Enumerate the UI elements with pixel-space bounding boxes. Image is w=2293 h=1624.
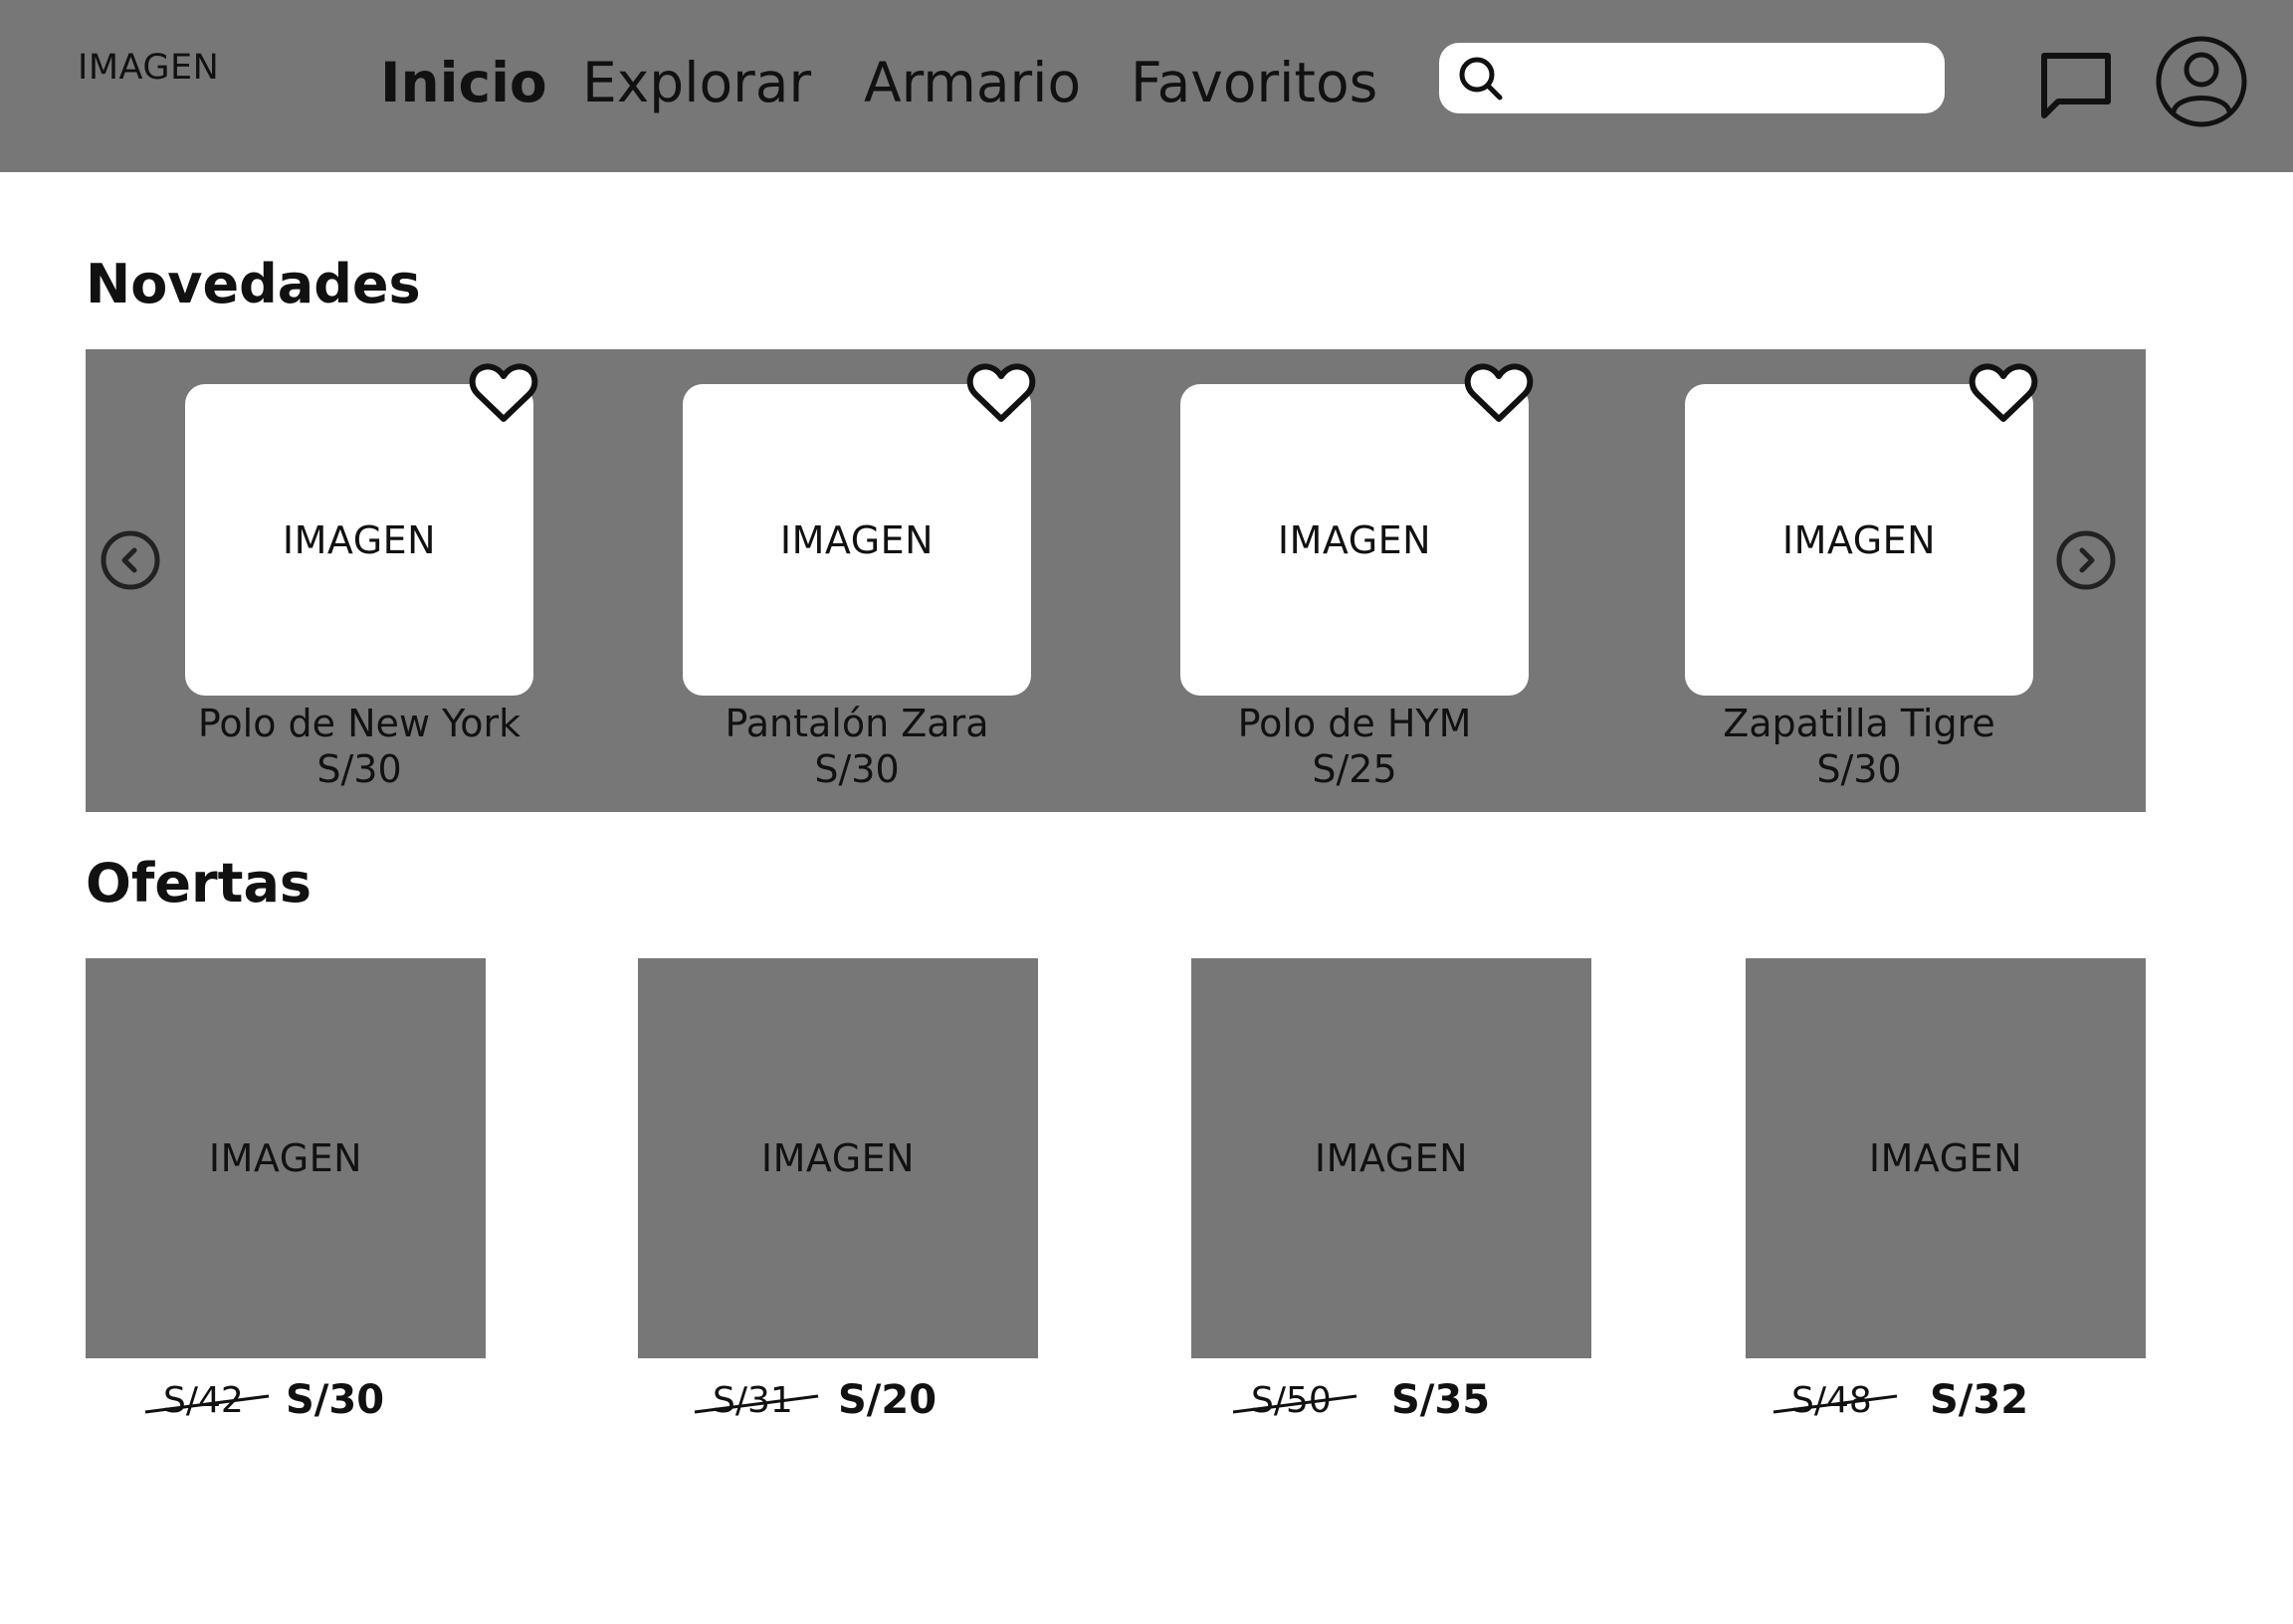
- original-price: S/50: [1232, 1377, 1357, 1425]
- product-image[interactable]: IMAGEN: [1180, 384, 1529, 696]
- product-price: S/30: [814, 747, 900, 791]
- original-price: S/31: [694, 1377, 819, 1425]
- search-input[interactable]: [1517, 51, 1929, 107]
- chevron-right-circle-icon[interactable]: [2054, 528, 2118, 592]
- product-image[interactable]: IMAGEN: [1685, 384, 2033, 696]
- image-placeholder-label: IMAGEN: [1277, 517, 1432, 562]
- nav-link-armario[interactable]: Armario: [864, 48, 1081, 117]
- search-icon[interactable]: [1455, 53, 1507, 104]
- product-card[interactable]: IMAGEN Zapatilla Tigre S/30: [1680, 349, 2038, 812]
- product-card[interactable]: IMAGEN Polo de New York S/30: [180, 349, 538, 812]
- heart-icon[interactable]: [966, 361, 1036, 425]
- discounted-price: S/20: [838, 1377, 938, 1423]
- top-navigation-bar: IMAGEN Inicio Explorar Armario Favoritos: [0, 0, 2293, 172]
- heart-icon[interactable]: [469, 361, 538, 425]
- strikethrough-line: [144, 1394, 270, 1414]
- discounted-price: S/32: [1930, 1377, 2029, 1423]
- search-bar[interactable]: [1439, 43, 1945, 113]
- image-placeholder-label: IMAGEN: [760, 1136, 916, 1180]
- product-name: Pantalón Zara: [725, 702, 989, 745]
- novedades-carousel: IMAGEN Polo de New York S/30 IMAGEN Pant…: [86, 349, 2146, 812]
- original-price: S/42: [144, 1377, 270, 1425]
- strikethrough-line: [694, 1394, 819, 1414]
- offer-image[interactable]: IMAGEN: [638, 958, 1038, 1358]
- discounted-price: S/30: [286, 1377, 385, 1423]
- product-card[interactable]: IMAGEN Polo de HYM S/25: [1175, 349, 1534, 812]
- nav-link-explorar[interactable]: Explorar: [582, 48, 811, 117]
- image-placeholder-label: IMAGEN: [1314, 1136, 1469, 1180]
- image-placeholder-label: IMAGEN: [282, 517, 437, 562]
- product-name: Polo de HYM: [1237, 702, 1472, 745]
- strikethrough-line: [1772, 1394, 1898, 1414]
- image-placeholder-label: IMAGEN: [779, 517, 935, 562]
- product-price: S/30: [316, 747, 402, 791]
- image-placeholder-label: IMAGEN: [208, 1136, 363, 1180]
- heart-icon[interactable]: [1464, 361, 1534, 425]
- image-placeholder-label: IMAGEN: [1781, 517, 1937, 562]
- image-placeholder-label: IMAGEN: [1868, 1136, 2023, 1180]
- section-title-novedades: Novedades: [86, 253, 421, 315]
- offer-image[interactable]: IMAGEN: [86, 958, 486, 1358]
- offer-card[interactable]: IMAGEN S/42 S/30: [86, 958, 486, 1436]
- offer-image[interactable]: IMAGEN: [1191, 958, 1591, 1358]
- product-price: S/30: [1816, 747, 1902, 791]
- product-card[interactable]: IMAGEN Pantalón Zara S/30: [678, 349, 1036, 812]
- heart-icon[interactable]: [1969, 361, 2038, 425]
- nav-link-favoritos[interactable]: Favoritos: [1131, 48, 1377, 117]
- product-name: Zapatilla Tigre: [1723, 702, 1995, 745]
- strikethrough-line: [1232, 1394, 1357, 1414]
- product-image[interactable]: IMAGEN: [185, 384, 533, 696]
- user-avatar-icon[interactable]: [2154, 34, 2249, 129]
- chevron-left-circle-icon[interactable]: [99, 528, 162, 592]
- discounted-price: S/35: [1391, 1377, 1491, 1423]
- offer-image[interactable]: IMAGEN: [1746, 958, 2146, 1358]
- product-image[interactable]: IMAGEN: [683, 384, 1031, 696]
- original-price: S/48: [1772, 1377, 1898, 1425]
- product-price: S/25: [1312, 747, 1397, 791]
- chat-icon[interactable]: [2038, 50, 2114, 123]
- section-title-ofertas: Ofertas: [86, 852, 313, 914]
- offer-card[interactable]: IMAGEN S/50 S/35: [1191, 958, 1591, 1436]
- offer-card[interactable]: IMAGEN S/48 S/32: [1746, 958, 2146, 1436]
- product-name: Polo de New York: [197, 702, 521, 745]
- offer-card[interactable]: IMAGEN S/31 S/20: [638, 958, 1038, 1436]
- nav-link-inicio[interactable]: Inicio: [380, 48, 547, 117]
- logo-placeholder[interactable]: IMAGEN: [78, 44, 219, 92]
